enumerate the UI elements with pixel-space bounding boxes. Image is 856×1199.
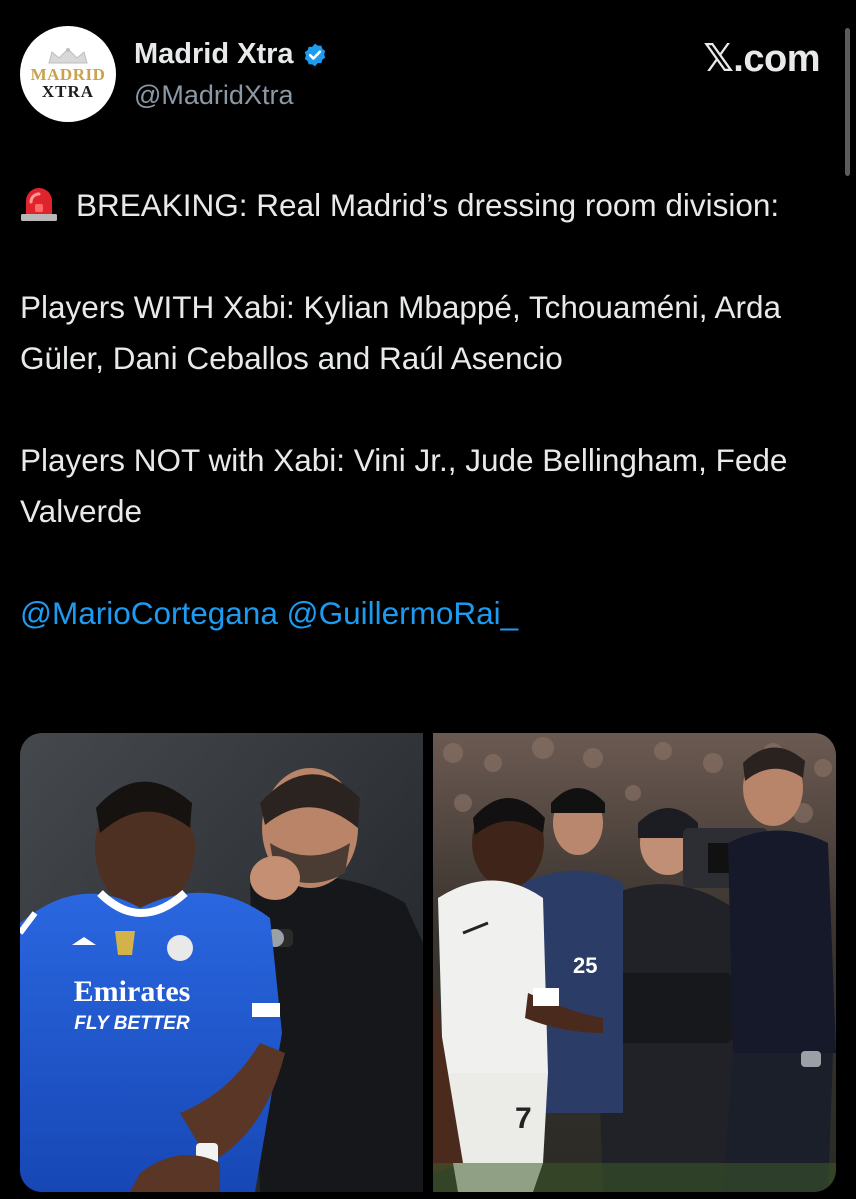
crown-icon	[48, 48, 88, 64]
avatar[interactable]: MADRID XTRA	[20, 26, 116, 122]
siren-emoji-icon	[21, 188, 57, 221]
mentions-line: @MarioCortegana @GuillermoRai_	[20, 588, 836, 639]
tweet-intro-text: BREAKING: Real Madrid’s dressing room di…	[76, 187, 780, 223]
shirt-sponsor-line1: Emirates	[74, 975, 191, 1008]
verified-badge-icon	[304, 43, 325, 66]
tweet-header: MADRID XTRA Madrid Xtra @MadridXtra 𝕏.co…	[0, 0, 856, 150]
avatar-logo-line1: MADRID	[30, 65, 106, 84]
shirt-number: 7	[515, 1102, 532, 1135]
bib-number: 25	[573, 953, 597, 978]
photo-right-scene: 25 7	[433, 733, 836, 1192]
players-with-xabi: Players WITH Xabi: Kylian Mbappé, Tchoua…	[20, 289, 782, 376]
photo-vinicius-xabi[interactable]: 25 7	[433, 733, 836, 1192]
photo-left-scene: Emirates FLY BETTER	[20, 733, 423, 1192]
tweet-text: BREAKING: Real Madrid’s dressing room di…	[20, 180, 836, 639]
name-row: Madrid Xtra	[134, 38, 328, 71]
mention-link[interactable]: @MarioCortegana	[20, 595, 278, 631]
tweet-intro: BREAKING: Real Madrid’s dressing room di…	[20, 180, 836, 231]
scrollbar[interactable]	[845, 28, 850, 176]
shirt-sponsor-line2: FLY BETTER	[74, 1013, 190, 1034]
mention-link[interactable]: @GuillermoRai_	[287, 595, 519, 631]
photo-mbappe-xabi[interactable]: Emirates FLY BETTER	[20, 733, 423, 1192]
players-not-with-xabi: Players NOT with Xabi: Vini Jr., Jude Be…	[20, 442, 788, 529]
user-handle[interactable]: @MadridXtra	[134, 80, 293, 111]
x-com-brand: 𝕏.com	[703, 38, 820, 80]
display-name[interactable]: Madrid Xtra	[134, 38, 294, 71]
media-grid: Emirates FLY BETTER 25 7	[20, 733, 836, 1192]
avatar-logo-line2: XTRA	[41, 82, 95, 101]
